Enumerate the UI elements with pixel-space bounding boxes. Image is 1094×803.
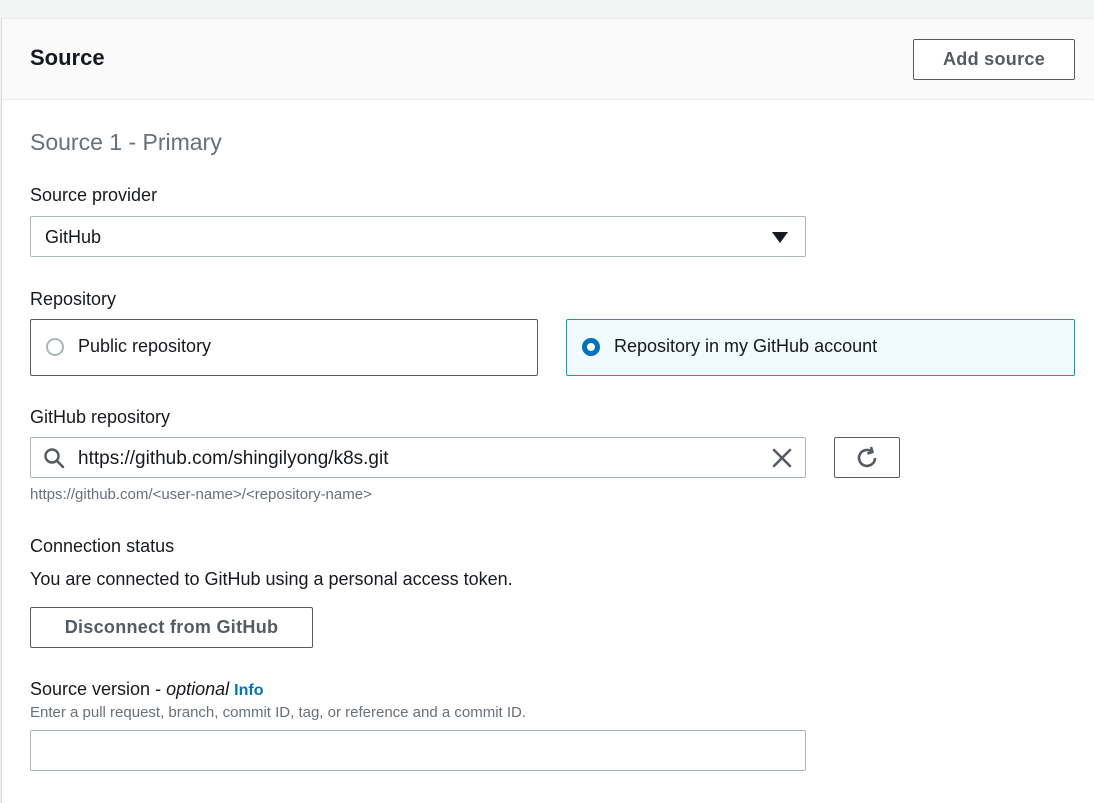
info-link[interactable]: Info [234,682,263,699]
source-subtitle: Source 1 - Primary [30,129,222,155]
source-provider-label: Source provider [30,185,158,205]
github-repository-value: https://github.com/shingilyong/k8s.git [78,448,389,469]
disconnect-button[interactable]: Disconnect from GitHub [30,607,313,648]
source-version-separator: - [150,679,167,699]
optional-tag: optional [166,679,230,699]
source-provider-select[interactable]: GitHub [30,216,806,257]
repository-option-label: Repository in my GitHub account [614,336,878,356]
repository-option-account[interactable]: Repository in my GitHub account [566,319,1075,376]
source-version-description: Enter a pull request, branch, commit ID,… [30,704,527,721]
github-repository-label: GitHub repository [30,407,171,427]
source-version-title: Source version [30,679,151,699]
refresh-button[interactable] [834,437,900,478]
repository-label: Repository [30,289,117,309]
section-title: Source [30,45,105,70]
search-icon [44,448,65,469]
source-version-input[interactable] [30,730,806,771]
caret-down-icon [772,232,788,243]
repository-option-label: Public repository [78,336,212,356]
github-repository-hint: https://github.com/<user-name>/<reposito… [30,486,372,503]
source-provider-value: GitHub [45,227,102,247]
repository-option-public[interactable]: Public repository [30,319,538,376]
connection-status-text: You are connected to GitHub using a pers… [30,569,513,589]
connection-status-label: Connection status [30,536,175,556]
refresh-icon [857,446,877,467]
radio-public[interactable] [46,338,64,356]
source-version-label: Source version - optional Info [30,679,263,700]
radio-account[interactable] [582,338,600,356]
close-icon[interactable] [771,447,793,469]
source-panel: Source Add source Source 1 - Primary Sou… [1,18,1094,803]
github-repository-input[interactable]: https://github.com/shingilyong/k8s.git [30,437,806,478]
add-source-button[interactable]: Add source [913,39,1075,80]
section-header: Source Add source [2,19,1094,100]
